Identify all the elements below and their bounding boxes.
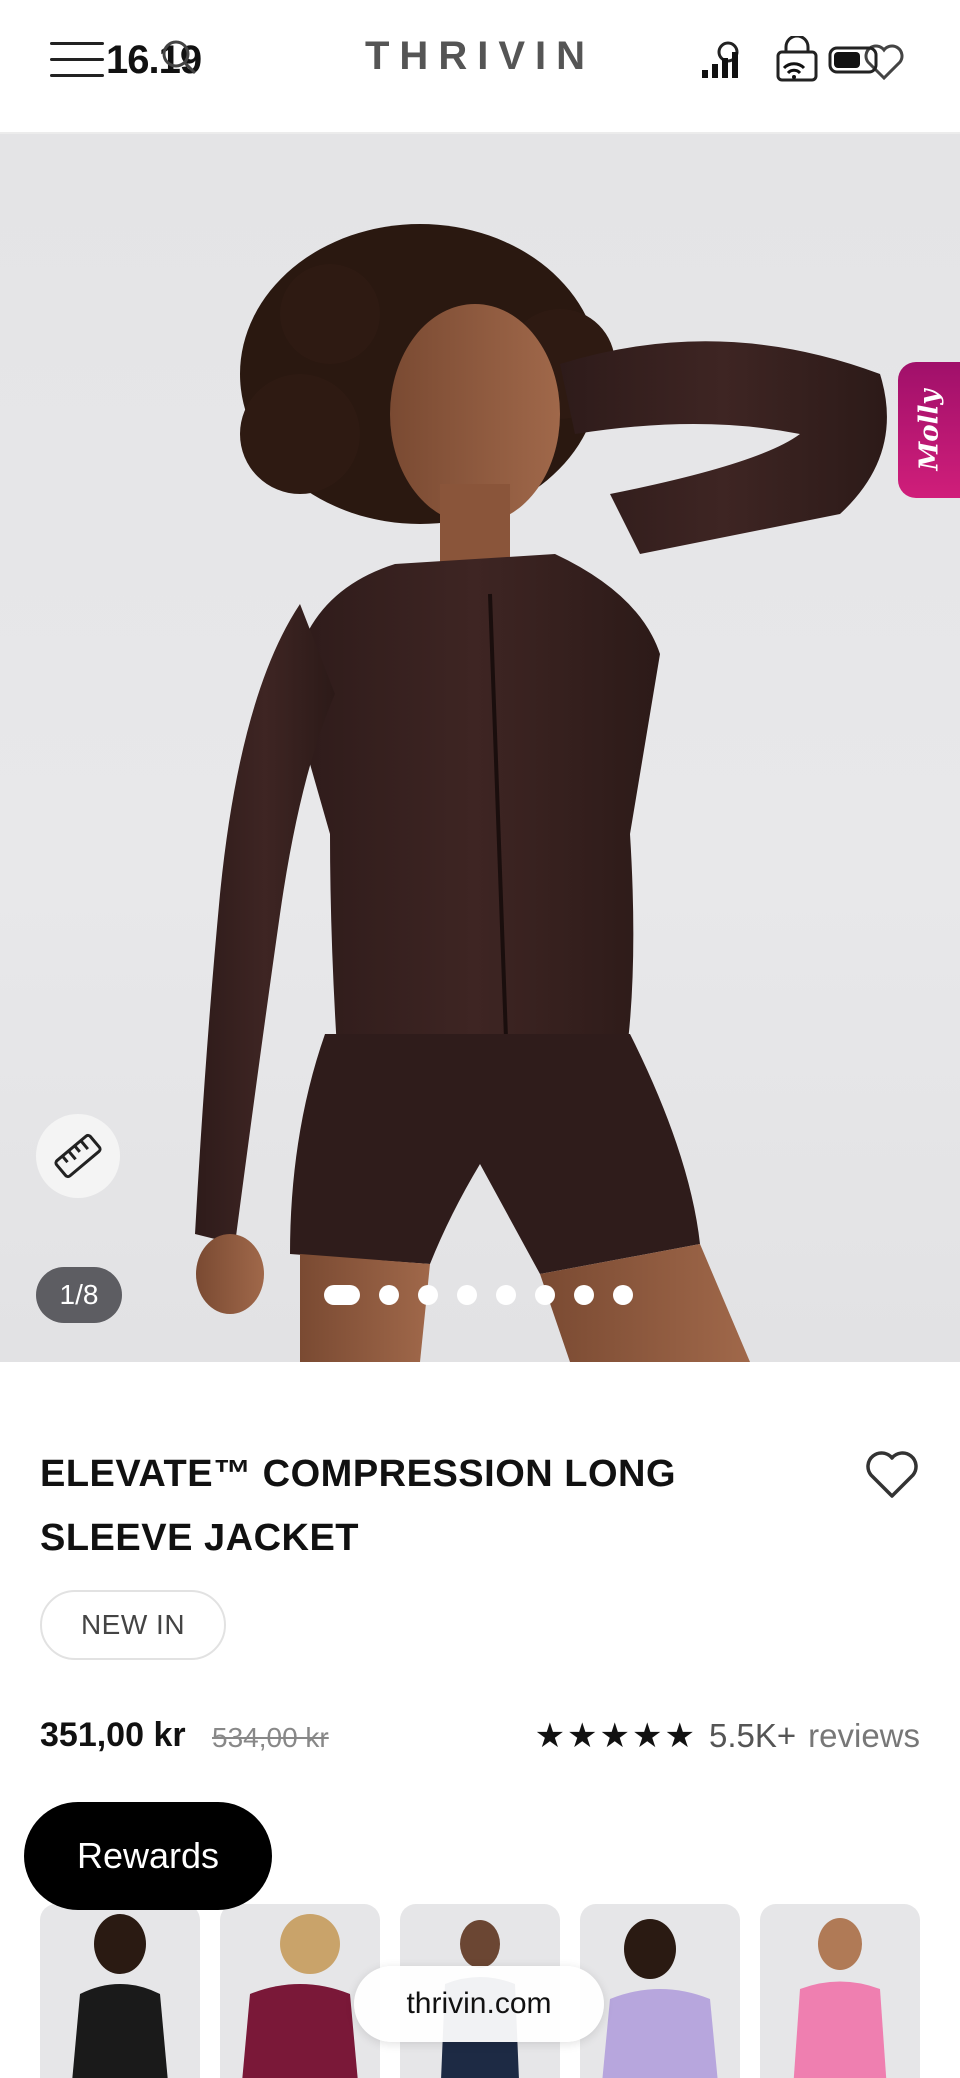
original-price: 534,00 kr	[212, 1722, 329, 1753]
wishlist-heart-icon[interactable]	[864, 1448, 920, 1500]
swatch-thumbnail	[793, 1918, 887, 2078]
chat-assistant-tab[interactable]: Molly	[898, 362, 960, 498]
current-price: 351,00 kr	[40, 1716, 186, 1754]
carousel-dot[interactable]	[535, 1285, 555, 1305]
site-header: 16.19 THRIVIN	[0, 0, 960, 134]
new-in-badge: NEW IN	[40, 1590, 226, 1660]
product-photo	[195, 224, 887, 1362]
color-swatch[interactable]	[40, 1904, 200, 2078]
color-swatch[interactable]	[760, 1904, 920, 2078]
account-icon[interactable]	[700, 40, 752, 80]
carousel-dot[interactable]	[574, 1285, 594, 1305]
product-title: ELEVATE™ COMPRESSION LONG SLEEVE JACKET	[40, 1453, 677, 1559]
product-image-carousel[interactable]: Molly 1/8	[0, 134, 960, 1362]
carousel-pagination	[324, 1284, 633, 1306]
ruler-icon	[54, 1133, 102, 1179]
reviews-link[interactable]: reviews	[808, 1717, 920, 1755]
swatch-garment	[793, 1981, 887, 2078]
browser-url-bar[interactable]: thrivin.com	[354, 1966, 604, 2042]
carousel-dot[interactable]	[496, 1285, 516, 1305]
color-swatch[interactable]	[580, 1904, 740, 2078]
review-count: 5.5K+	[708, 1717, 797, 1754]
chat-tab-label: Molly	[914, 389, 945, 471]
size-guide-button[interactable]	[36, 1114, 120, 1198]
swatch-thumbnail	[602, 1919, 718, 2078]
bag-icon[interactable]	[772, 36, 822, 84]
swatch-garment	[72, 1984, 168, 2078]
product-rating[interactable]: ★★★★★ 5.5K+ reviews	[535, 1716, 920, 1756]
rating-stars: ★★★★★	[534, 1717, 697, 1755]
carousel-dot[interactable]	[379, 1285, 399, 1305]
rewards-button[interactable]: Rewards	[24, 1802, 272, 1910]
image-counter: 1/8	[36, 1267, 122, 1323]
swatch-thumbnail	[72, 1914, 168, 2078]
carousel-dot[interactable]	[324, 1285, 360, 1305]
swatch-garment	[242, 1984, 358, 2078]
heart-icon[interactable]	[828, 38, 908, 82]
carousel-dot[interactable]	[418, 1285, 438, 1305]
carousel-dot[interactable]	[613, 1285, 633, 1305]
carousel-dot[interactable]	[457, 1285, 477, 1305]
swatch-garment	[602, 1989, 718, 2078]
